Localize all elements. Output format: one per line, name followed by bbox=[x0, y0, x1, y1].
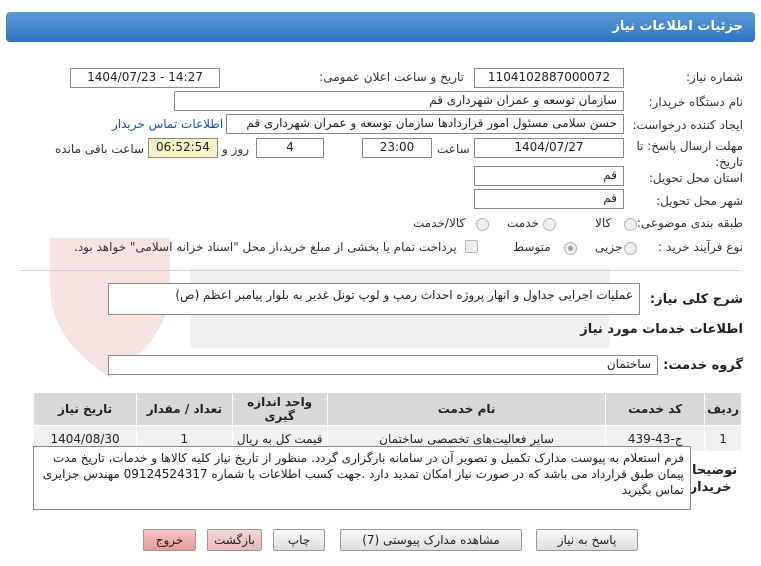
services-title: اطلاعات خدمات مورد نیاز bbox=[580, 322, 743, 337]
announce-label: تاریخ و ساعت اعلان عمومی: bbox=[319, 70, 464, 84]
buyer-label: نام دستگاه خریدار: bbox=[648, 95, 744, 109]
process-option-minor: جزیی bbox=[595, 240, 623, 254]
treasury-checkbox[interactable] bbox=[465, 240, 478, 253]
back-button[interactable]: بازگشت bbox=[207, 529, 262, 551]
category-label: طبقه بندی موضوعی: bbox=[636, 216, 743, 230]
col-code: کد خدمت bbox=[605, 392, 706, 426]
category-option-goods: کالا bbox=[595, 216, 612, 230]
contact-buyer-link[interactable]: اطلاعات تماس خریدار bbox=[112, 117, 223, 131]
col-unit: واحد اندازه گیری bbox=[231, 392, 328, 426]
print-button[interactable]: چاپ bbox=[273, 529, 325, 551]
province-label: استان محل تحویل: bbox=[648, 171, 743, 185]
col-date: تاریخ نیاز bbox=[32, 392, 138, 426]
service-group-field: ساختمان bbox=[108, 355, 658, 375]
buyer-notes-field: فرم استعلام به پیوست مدارک تکمیل و تصویر… bbox=[33, 446, 691, 510]
service-group-label: گروه خدمت: bbox=[663, 358, 743, 373]
buyer-field: سازمان توسعه و عمران شهرداری قم bbox=[174, 91, 624, 111]
table-header-row: ردیف کد خدمت نام خدمت واحد اندازه گیری ت… bbox=[32, 392, 742, 426]
category-radio-service[interactable] bbox=[543, 218, 556, 231]
category-radio-goods[interactable] bbox=[624, 218, 637, 231]
services-table: ردیف کد خدمت نام خدمت واحد اندازه گیری ت… bbox=[32, 392, 742, 452]
creator-label: ایجاد کننده درخواست: bbox=[632, 118, 743, 132]
cell-row: 1 bbox=[704, 425, 742, 452]
category-option-service: خدمت bbox=[507, 216, 539, 230]
description-label: شرح کلی نیاز: bbox=[649, 292, 743, 307]
attachments-button[interactable]: مشاهده مدارک پیوستی (7) bbox=[340, 529, 522, 551]
divider bbox=[20, 270, 741, 271]
process-radio-minor[interactable] bbox=[624, 242, 637, 255]
col-row: ردیف bbox=[704, 392, 742, 426]
need-number-field: 1104102887000072 bbox=[474, 68, 624, 88]
city-label: شهر محل تحویل: bbox=[656, 194, 743, 208]
process-radio-medium[interactable] bbox=[564, 242, 577, 255]
category-radio-goods-service[interactable] bbox=[476, 218, 489, 231]
header-bar: جزئیات اطلاعات نیاز bbox=[0, 0, 761, 48]
process-label: نوع فرآیند خرید : bbox=[658, 240, 743, 254]
deadline-time-field: 23:00 bbox=[362, 138, 432, 158]
deadline-label: مهلت ارسال پاسخ: تا تاریخ: bbox=[636, 139, 743, 169]
creator-field: حسن سلامی مسئول امور قراردادها سازمان تو… bbox=[226, 114, 624, 134]
deadline-date-field: 1404/07/27 bbox=[474, 138, 624, 158]
process-option-medium: متوسط bbox=[513, 240, 551, 254]
remaining-label: ساعت باقی مانده bbox=[55, 142, 145, 156]
days-field: 4 bbox=[256, 138, 324, 158]
exit-button[interactable]: خروج bbox=[143, 529, 196, 551]
category-option-goods-service: کالا/خدمت bbox=[413, 216, 466, 230]
description-field: عملیات اجرایی جداول و انهار پروژه احداث … bbox=[108, 283, 640, 315]
announce-field: 1404/07/23 - 14:27 bbox=[70, 68, 220, 88]
col-name: نام خدمت bbox=[326, 392, 607, 426]
col-qty: تعداد / مقدار bbox=[136, 392, 233, 426]
days-label: روز و bbox=[222, 142, 249, 156]
province-field: قم bbox=[474, 166, 624, 186]
reply-button[interactable]: پاسخ به نیاز bbox=[536, 529, 638, 551]
city-field: قم bbox=[474, 189, 624, 209]
need-number-label: شماره نیاز: bbox=[686, 70, 743, 84]
payment-note: پرداخت تمام یا بخشی از مبلغ خرید،از محل … bbox=[74, 240, 457, 254]
remaining-time-field: 06:52:54 bbox=[148, 138, 218, 158]
page-title: جزئیات اطلاعات نیاز bbox=[6, 12, 755, 42]
deadline-time-label: ساعت bbox=[437, 142, 470, 156]
